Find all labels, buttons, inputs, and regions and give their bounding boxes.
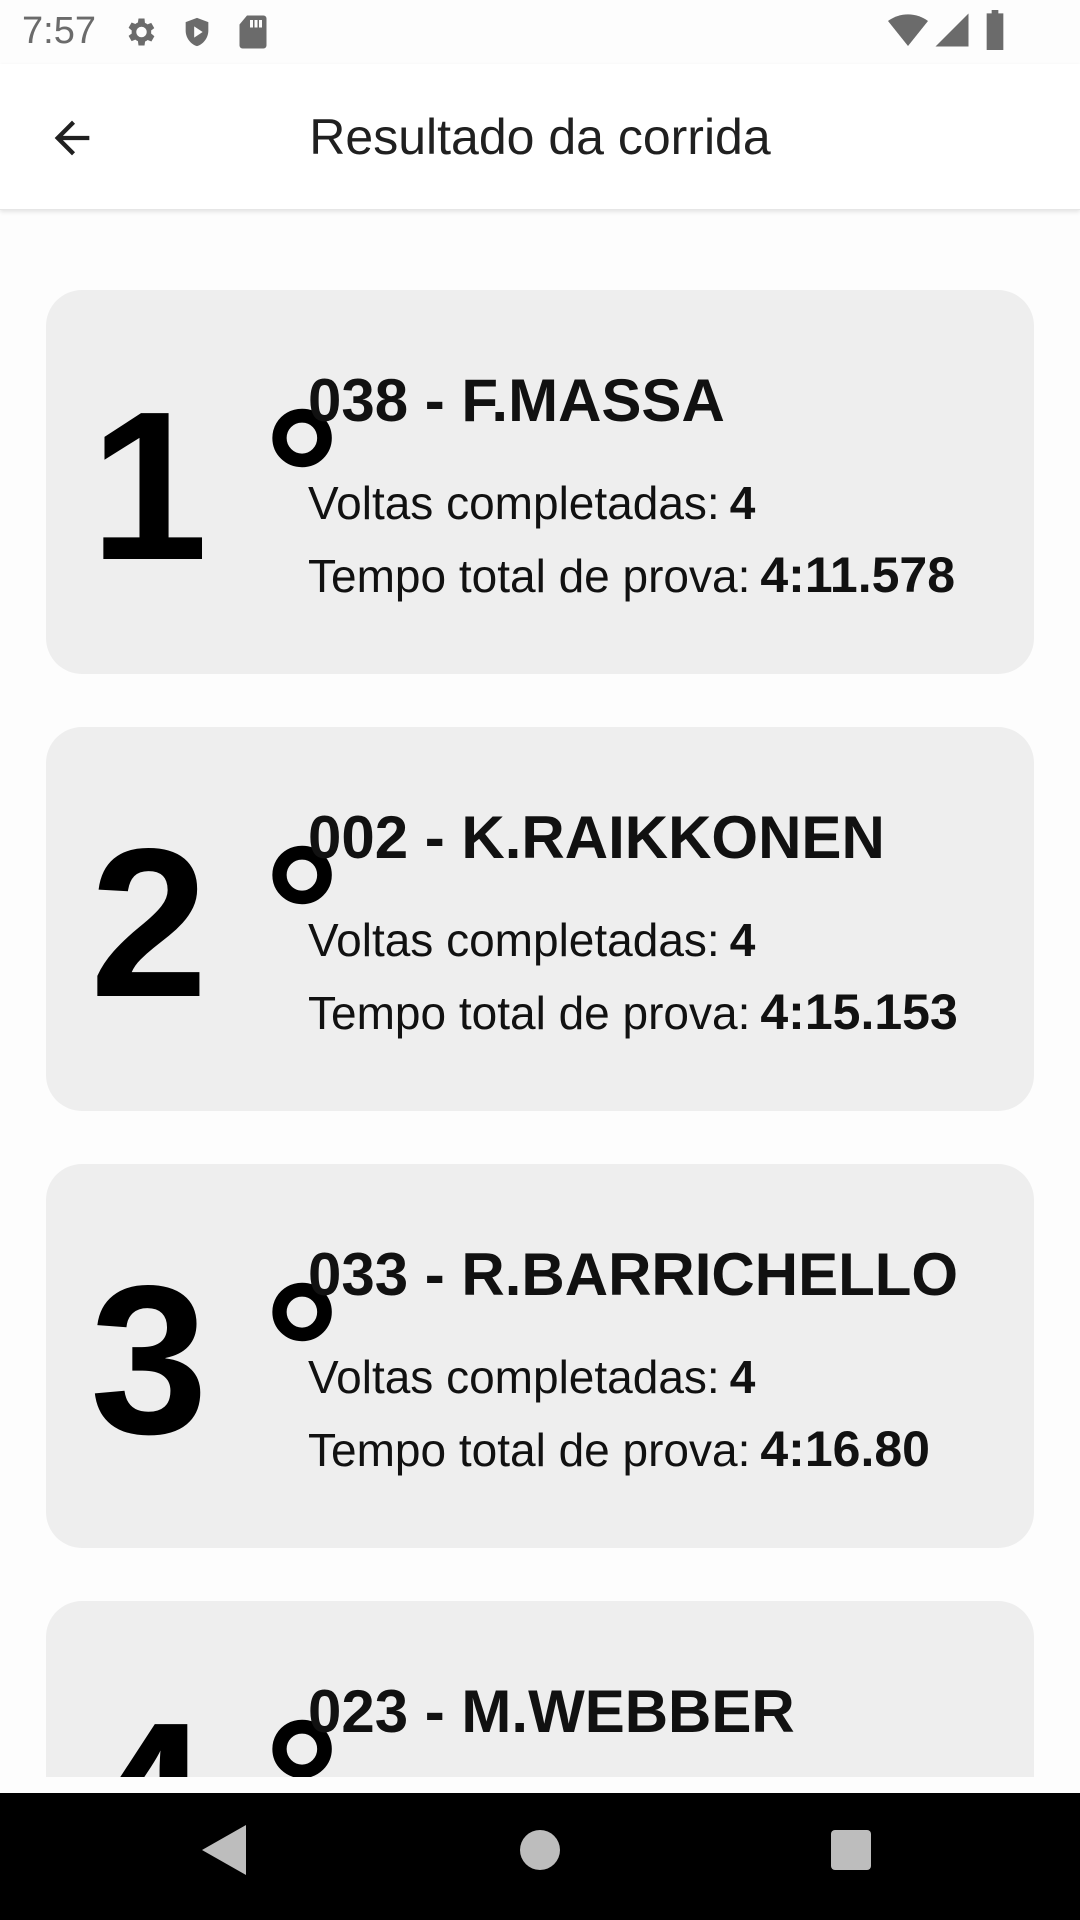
position-label: 4 ° (90, 1687, 340, 1778)
gear-icon (122, 14, 158, 55)
position-label: 2 ° (90, 804, 340, 1041)
time-label: Tempo total de prova: (308, 1424, 751, 1476)
laps-label: Voltas completadas: (308, 1351, 720, 1403)
app-bar: Resultado da corrida (0, 64, 1080, 210)
battery-icon (984, 10, 1006, 55)
driver-name: 002 - K.RAIKKONEN (308, 804, 885, 871)
laps-value: 4 (729, 914, 756, 966)
status-time: 7:57 (22, 10, 96, 52)
time-label: Tempo total de prova: (308, 987, 751, 1039)
signal-icon (934, 12, 970, 53)
time-value: 4:15.153 (760, 984, 958, 1040)
laps-row: Voltas completadas: 4 (308, 913, 755, 967)
position-label: 3 ° (90, 1241, 340, 1478)
driver-name: 038 - F.MASSA (308, 367, 725, 434)
result-card[interactable]: 1 ° 038 - F.MASSA Voltas completadas: 4 … (46, 290, 1034, 674)
laps-label: Voltas completadas: (308, 477, 720, 529)
recents-square-icon[interactable] (831, 1830, 871, 1875)
result-card[interactable]: 3 ° 033 - R.BARRICHELLO Voltas completad… (46, 1164, 1034, 1548)
laps-row: Voltas completadas: 4 (308, 476, 755, 530)
time-label: Tempo total de prova: (308, 550, 751, 602)
position-number: 3 (90, 1241, 208, 1478)
time-row: Tempo total de prova: 4:11.578 (308, 546, 955, 604)
driver-name: 023 - M.WEBBER (308, 1678, 795, 1745)
result-card[interactable]: 2 ° 002 - K.RAIKKONEN Voltas completadas… (46, 727, 1034, 1111)
navigation-bar (0, 1793, 1080, 1920)
position-label: 1 ° (90, 367, 340, 604)
position-number: 1 (90, 367, 208, 604)
time-value: 4:16.80 (760, 1421, 930, 1477)
laps-value: 4 (729, 477, 756, 529)
laps-row: Voltas completadas: 4 (308, 1350, 755, 1404)
position-number: 2 (90, 804, 208, 1041)
time-value: 4:11.578 (760, 547, 956, 603)
laps-label: Voltas completadas: (308, 914, 720, 966)
driver-name: 033 - R.BARRICHELLO (308, 1241, 959, 1308)
time-row: Tempo total de prova: 4:15.153 (308, 983, 958, 1041)
time-row: Tempo total de prova: 4:16.80 (308, 1420, 930, 1478)
position-number: 4 (90, 1691, 208, 1778)
result-card[interactable]: 4 ° 023 - M.WEBBER (46, 1601, 1034, 1777)
shield-play-icon (180, 14, 214, 55)
back-triangle-icon[interactable] (202, 1825, 246, 1880)
status-bar: 7:57 (0, 0, 1080, 64)
wifi-icon (888, 14, 928, 53)
laps-value: 4 (729, 1351, 756, 1403)
sd-card-icon (238, 14, 268, 55)
home-circle-icon[interactable] (520, 1830, 560, 1875)
page-title: Resultado da corrida (309, 109, 771, 165)
results-list[interactable]: 1 ° 038 - F.MASSA Voltas completadas: 4 … (0, 211, 1080, 1777)
